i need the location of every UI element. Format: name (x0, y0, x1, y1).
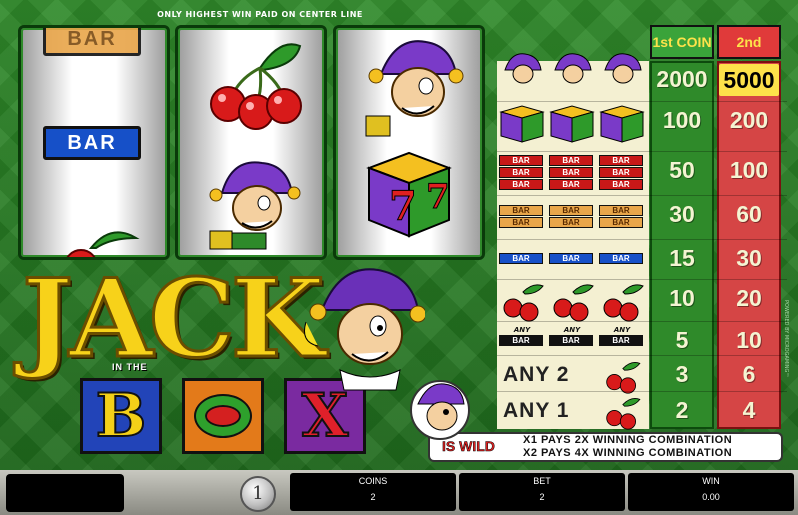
paytable-row-any-2: ANY 2 3 6 (497, 355, 787, 395)
logo-block-b: B (80, 378, 162, 454)
win-value: 0.00 (702, 492, 720, 502)
coins-value: 2 (370, 492, 376, 502)
payout-1st-coin: 2000 (656, 66, 708, 92)
coins-meter: COINS 2 (290, 473, 456, 511)
paytable-row-seven: 100 200 (497, 101, 787, 143)
triple-bar-mini-icon: BAR BAR BAR (499, 154, 545, 190)
double-bar-mini-icon: BAR BAR (599, 204, 645, 232)
wild-label: IS WILD (442, 438, 495, 455)
triple-bar-mini-icon: BAR BAR BAR (599, 154, 645, 190)
payout-2nd-coin: 20 (736, 285, 762, 311)
jester-symbol-bottom (209, 161, 301, 250)
seven-mini-icon (499, 105, 545, 143)
powered-by-text: POWERED BY MICROGAMING™ (783, 300, 789, 378)
logo-ring-icon (196, 396, 250, 436)
jester-mini-icon (554, 53, 592, 84)
any-1-label: ANY 1 (503, 399, 570, 422)
paytable-row-triple-bar: BAR BAR BAR BAR BAR BAR BAR BAR BAR 50 100 (497, 151, 787, 191)
bet-value: 2 (539, 492, 545, 502)
paytable-row-jester: 2000 5000 (497, 53, 787, 101)
cherry-mini-icon (503, 284, 544, 322)
left-display-panel (6, 474, 124, 512)
payout-2nd-coin: 30 (736, 245, 762, 271)
reel-2 (175, 25, 327, 260)
payout-2nd-coin: 200 (729, 107, 769, 133)
game-logo-title: JACK (21, 256, 327, 382)
payout-1st-coin: 100 (662, 107, 702, 133)
paytable-row-double-bar: BAR BAR BAR BAR BAR BAR 30 60 (497, 195, 787, 235)
payout-1st-coin: 2 (675, 397, 689, 423)
header-2nd-coin: 2nd COIN (717, 25, 781, 80)
coin-value-button[interactable]: 1 (240, 476, 276, 512)
wild-jester-icon (410, 380, 470, 440)
double-bar-mini-icon: BAR BAR (499, 204, 545, 232)
payout-2nd-coin: 4 (742, 397, 756, 423)
payout-1st-coin: 30 (669, 201, 695, 227)
cherry-symbol-bottom (66, 231, 140, 257)
payout-1st-coin: 3 (675, 361, 689, 387)
cherry-mini-icon (603, 284, 644, 322)
payout-1st-coin: 15 (669, 245, 695, 271)
wild-rule-line-2: X2 PAYS 4X WINNING COMBINATION (523, 447, 733, 459)
payout-2nd-coin: 100 (729, 157, 769, 183)
single-bar-mini-icon: BAR (499, 252, 545, 280)
jester-symbol-top (365, 40, 464, 137)
cherry-mini-icon (553, 284, 594, 322)
logo-block-o (182, 378, 264, 454)
any-bar-mini-icon: ANY BAR (599, 326, 645, 354)
reel-3: 7 7 (333, 25, 485, 260)
payout-1st-coin: 50 (669, 157, 695, 183)
wild-rule-line-1: X1 PAYS 2X WINNING COMBINATION (523, 434, 733, 446)
game-stage: ONLY HIGHEST WIN PAID ON CENTER LINE BAR… (0, 0, 798, 470)
bar-symbol-top: BAR (43, 28, 141, 56)
single-bar-mini-icon: BAR (549, 252, 595, 280)
header-1st-coin: 1st COIN (650, 25, 714, 59)
bet-label: BET (533, 476, 551, 486)
jester-mini-icon (604, 53, 642, 84)
triple-bar-mini-icon: BAR BAR BAR (549, 154, 595, 190)
paytable-row-any-1: ANY 1 2 4 (497, 391, 787, 431)
any-2-label: ANY 2 (503, 363, 570, 386)
payout-1st-coin: 5 (675, 327, 689, 353)
cherry-mini-icon (606, 398, 641, 430)
seven-mini-icon (599, 105, 645, 143)
any-bar-mini-icon: ANY BAR (549, 326, 595, 354)
pay-table: 1st COIN 2nd COIN 2000 5000 100 200 BARB… (497, 25, 787, 430)
seven-glyph: 7 (389, 183, 417, 230)
jester-mini-icon (504, 53, 542, 84)
win-meter: WIN 0.00 (628, 473, 794, 511)
seven-mini-icon (549, 105, 595, 143)
seven-glyph-side: 7 (426, 177, 450, 217)
single-bar-mini-icon: BAR (599, 252, 645, 280)
cherry-symbol-top (210, 43, 302, 130)
any-bar-mini-icon: ANY BAR (499, 326, 545, 354)
payout-1st-coin: 10 (669, 285, 695, 311)
reel-1: BAR BAR (18, 25, 170, 260)
game-logo-subtitle: IN THE (112, 362, 148, 372)
double-bar-mini-icon: BAR BAR (549, 204, 595, 232)
seven-box-symbol: 7 7 (366, 151, 452, 238)
win-label: WIN (702, 476, 720, 486)
paytable-row-cherry: 10 20 (497, 279, 787, 322)
bet-meter: BET 2 (459, 473, 625, 511)
payout-2nd-coin-jackpot: 5000 (719, 64, 779, 96)
paytable-row-single-bar: BAR BAR BAR 15 30 (497, 239, 787, 279)
coins-label: COINS (358, 476, 388, 486)
center-line-notice: ONLY HIGHEST WIN PAID ON CENTER LINE (157, 10, 363, 19)
bar-symbol-center: BAR (43, 126, 141, 160)
payout-2nd-coin: 6 (742, 361, 756, 387)
payout-2nd-coin: 60 (736, 201, 762, 227)
cherry-mini-icon (606, 362, 641, 394)
payout-2nd-coin: 10 (736, 327, 762, 353)
